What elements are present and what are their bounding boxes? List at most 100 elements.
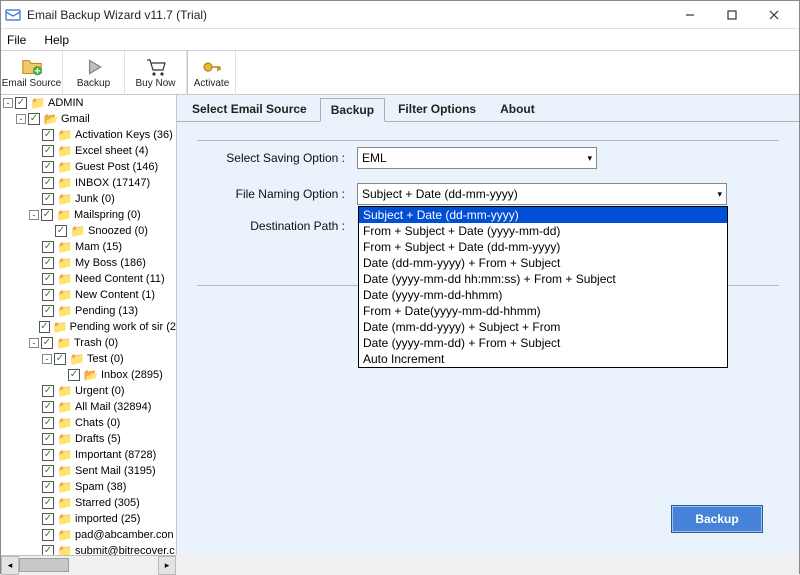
tab-about[interactable]: About <box>489 97 546 121</box>
checkbox[interactable] <box>68 369 80 381</box>
scroll-right-button[interactable]: ▸ <box>158 556 176 575</box>
minimize-button[interactable] <box>669 3 711 27</box>
checkbox[interactable] <box>42 497 54 509</box>
checkbox[interactable] <box>42 289 54 301</box>
scroll-left-button[interactable]: ◂ <box>1 556 19 575</box>
tree-item[interactable]: 📁Sent Mail (3195) <box>1 463 176 479</box>
tree-item[interactable]: 📁INBOX (17147) <box>1 175 176 191</box>
saving-option-select[interactable]: EML ▾ <box>357 147 597 169</box>
toggle-icon[interactable]: - <box>42 354 52 364</box>
tree-item[interactable]: 📁Junk (0) <box>1 191 176 207</box>
tree-item[interactable]: 📁Mam (15) <box>1 239 176 255</box>
checkbox[interactable] <box>42 385 54 397</box>
tree-item[interactable]: 📁Important (8728) <box>1 447 176 463</box>
tree-item[interactable]: 📁All Mail (32894) <box>1 399 176 415</box>
checkbox[interactable] <box>42 305 54 317</box>
checkbox[interactable] <box>42 257 54 269</box>
buy-now-button[interactable]: Buy Now <box>125 51 187 95</box>
tree-item[interactable]: 📁Pending work of sir (2 <box>1 319 176 335</box>
checkbox[interactable] <box>42 145 54 157</box>
scroll-thumb[interactable] <box>19 558 69 572</box>
tree-item[interactable]: 📁Starred (305) <box>1 495 176 511</box>
toggle-icon[interactable]: - <box>29 338 39 348</box>
close-button[interactable] <box>753 3 795 27</box>
naming-option[interactable]: Date (mm-dd-yyyy) + Subject + From <box>359 319 727 335</box>
naming-option[interactable]: Auto Increment <box>359 351 727 367</box>
backup-action-button[interactable]: Backup <box>671 505 763 533</box>
checkbox[interactable] <box>28 113 40 125</box>
checkbox[interactable] <box>42 449 54 461</box>
naming-option[interactable]: From + Date(yyyy-mm-dd-hhmm) <box>359 303 727 319</box>
checkbox[interactable] <box>54 353 66 365</box>
checkbox[interactable] <box>42 129 54 141</box>
checkbox[interactable] <box>55 225 67 237</box>
activate-button[interactable]: Activate <box>188 51 236 95</box>
naming-option[interactable]: Date (yyyy-mm-dd) + From + Subject <box>359 335 727 351</box>
tree-item[interactable]: -📁ADMIN <box>1 95 176 111</box>
tree-item[interactable]: 📁Chats (0) <box>1 415 176 431</box>
tree-item[interactable]: 📁Guest Post (146) <box>1 159 176 175</box>
tab-backup[interactable]: Backup <box>320 98 385 122</box>
folder-tree[interactable]: -📁ADMIN-📂Gmail📁Activation Keys (36)📁Exce… <box>1 95 176 555</box>
checkbox[interactable] <box>42 465 54 477</box>
checkbox[interactable] <box>42 193 54 205</box>
checkbox[interactable] <box>42 513 54 525</box>
tab-select-email-source[interactable]: Select Email Source <box>181 97 318 121</box>
tree-h-scrollbar[interactable]: ◂ ▸ <box>1 555 176 575</box>
tree-item[interactable]: 📁pad@abcamber.con <box>1 527 176 543</box>
tree-item[interactable]: 📁My Boss (186) <box>1 255 176 271</box>
checkbox[interactable] <box>41 337 53 349</box>
tree-item[interactable]: 📂Inbox (2895) <box>1 367 176 383</box>
tree-item[interactable]: -📂Gmail <box>1 111 176 127</box>
tree-item[interactable]: 📁imported (25) <box>1 511 176 527</box>
folder-icon: 📁 <box>57 192 73 206</box>
tree-item[interactable]: 📁Drafts (5) <box>1 431 176 447</box>
folder-icon: 📁 <box>57 448 73 462</box>
toggle-icon[interactable]: - <box>29 210 39 220</box>
naming-option[interactable]: Date (dd-mm-yyyy) + From + Subject <box>359 255 727 271</box>
tree-item[interactable]: 📁Activation Keys (36) <box>1 127 176 143</box>
toggle-icon[interactable]: - <box>16 114 26 124</box>
checkbox[interactable] <box>42 433 54 445</box>
email-source-button[interactable]: Email Source <box>1 51 63 95</box>
naming-option[interactable]: From + Subject + Date (yyyy-mm-dd) <box>359 223 727 239</box>
tree-item[interactable]: -📁Trash (0) <box>1 335 176 351</box>
folder-icon: 📁 <box>57 304 73 318</box>
file-naming-dropdown[interactable]: Subject + Date (dd-mm-yyyy)From + Subjec… <box>358 206 728 368</box>
checkbox[interactable] <box>42 529 54 541</box>
naming-option[interactable]: Date (yyyy-mm-dd hh:mm:ss) + From + Subj… <box>359 271 727 287</box>
menu-file[interactable]: File <box>7 33 26 47</box>
naming-option[interactable]: Subject + Date (dd-mm-yyyy) <box>359 207 727 223</box>
checkbox[interactable] <box>42 417 54 429</box>
checkbox[interactable] <box>42 161 54 173</box>
menu-help[interactable]: Help <box>44 33 69 47</box>
checkbox[interactable] <box>41 209 53 221</box>
tree-item[interactable]: 📁Snoozed (0) <box>1 223 176 239</box>
checkbox[interactable] <box>15 97 27 109</box>
naming-option[interactable]: From + Subject + Date (dd-mm-yyyy) <box>359 239 727 255</box>
checkbox[interactable] <box>42 401 54 413</box>
checkbox[interactable] <box>39 321 49 333</box>
chevron-down-icon: ▾ <box>587 153 592 164</box>
tab-filter-options[interactable]: Filter Options <box>387 97 487 121</box>
tree-item[interactable]: 📁New Content (1) <box>1 287 176 303</box>
cart-icon <box>145 57 167 77</box>
file-naming-select[interactable]: Subject + Date (dd-mm-yyyy) ▾ Subject + … <box>357 183 727 205</box>
tree-item[interactable]: 📁Need Content (11) <box>1 271 176 287</box>
checkbox[interactable] <box>42 481 54 493</box>
tree-item[interactable]: 📁submit@bitrecover.c <box>1 543 176 555</box>
backup-button[interactable]: Backup <box>63 51 125 95</box>
checkbox[interactable] <box>42 273 54 285</box>
checkbox[interactable] <box>42 241 54 253</box>
tree-item[interactable]: 📁Spam (38) <box>1 479 176 495</box>
tree-item[interactable]: 📁Excel sheet (4) <box>1 143 176 159</box>
checkbox[interactable] <box>42 177 54 189</box>
maximize-button[interactable] <box>711 3 753 27</box>
checkbox[interactable] <box>42 545 54 555</box>
tree-item[interactable]: -📁Test (0) <box>1 351 176 367</box>
naming-option[interactable]: Date (yyyy-mm-dd-hhmm) <box>359 287 727 303</box>
tree-item[interactable]: 📁Urgent (0) <box>1 383 176 399</box>
toggle-icon[interactable]: - <box>3 98 13 108</box>
tree-item[interactable]: 📁Pending (13) <box>1 303 176 319</box>
tree-item[interactable]: -📁Mailspring (0) <box>1 207 176 223</box>
